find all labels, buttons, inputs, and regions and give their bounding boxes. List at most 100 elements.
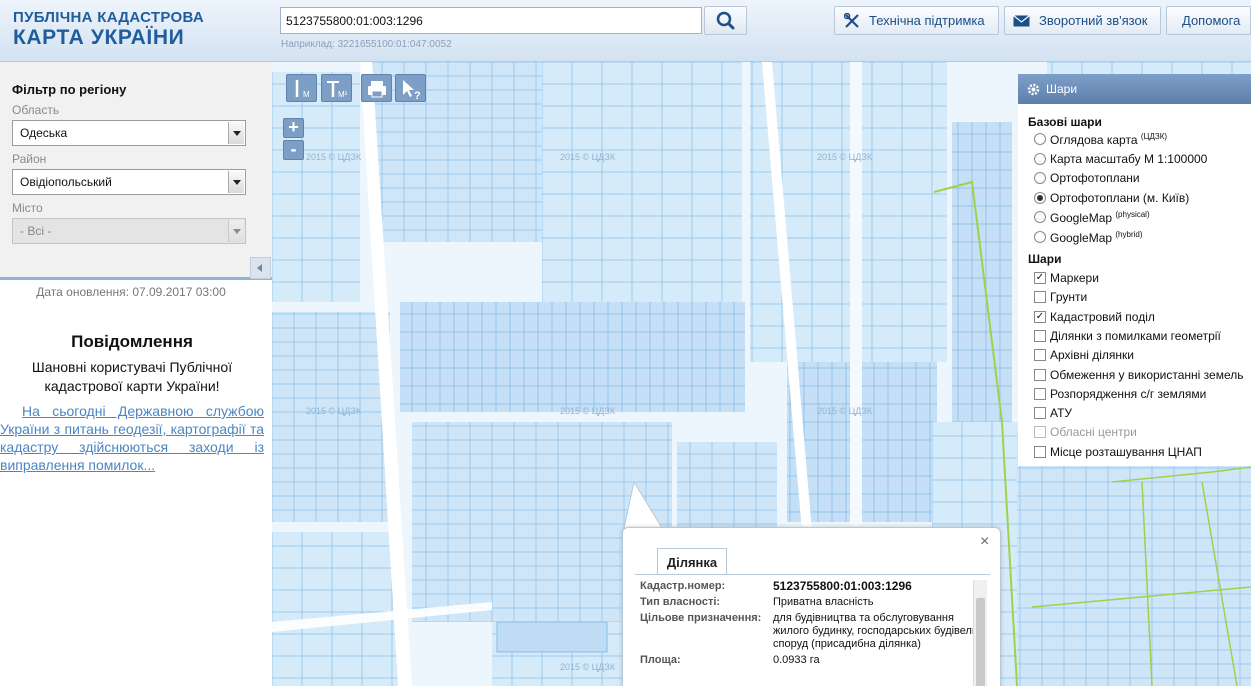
base-layers-title: Базові шари	[1028, 115, 1102, 129]
radio-button[interactable]	[1034, 191, 1046, 204]
envelope-icon	[1013, 15, 1030, 27]
overlay-layer-label: Обласні центри	[1050, 425, 1137, 440]
radio-button[interactable]	[1034, 172, 1046, 185]
scrollbar-thumb[interactable]	[976, 598, 985, 686]
feedback-label: Зворотний зв'язок	[1039, 13, 1148, 28]
cadastral-search-input[interactable]	[280, 7, 702, 34]
checkbox[interactable]	[1034, 329, 1046, 342]
update-date: Дата оновлення: 07.09.2017 03:00	[36, 285, 226, 299]
notice-body: Шановні користувачі Публічної кадастрово…	[31, 359, 233, 394]
rayon-value: Овідіопольський	[20, 175, 112, 189]
measure-area-button[interactable]: М²	[321, 74, 352, 102]
base-layer-label: Оглядова карта (ЦДЗК)	[1050, 132, 1168, 147]
collapse-panel-button[interactable]	[250, 257, 271, 279]
checkbox[interactable]: ✓	[1034, 272, 1046, 284]
tab-divider	[635, 574, 990, 575]
tools-icon	[844, 13, 859, 28]
overlay-layer-label: Розпорядження с/г землями	[1050, 386, 1207, 401]
base-layer-label: Ортофотоплани (м. Київ)	[1050, 190, 1190, 205]
print-button[interactable]	[361, 74, 392, 102]
printer-icon	[368, 81, 386, 98]
logo-line2[interactable]: КАРТА УКРАЇНИ	[13, 26, 184, 50]
checkbox[interactable]	[1034, 349, 1046, 362]
help-button[interactable]: Допомога	[1166, 6, 1251, 35]
cursor-question-icon: ?	[403, 80, 421, 102]
radio-button[interactable]	[1034, 133, 1046, 145]
city-value: - Всі -	[20, 224, 52, 238]
radio-button[interactable]	[1034, 231, 1046, 243]
overlay-layer-label: Архівні ділянки	[1050, 348, 1134, 363]
checkbox[interactable]	[1034, 387, 1046, 400]
help-label: Допомога	[1182, 13, 1241, 28]
zoom-in-button[interactable]: +	[283, 118, 304, 138]
field-value: 5123755800:01:003:1296	[773, 579, 912, 593]
region-filter: Фільтр по регіону Область Одеська Район …	[0, 62, 272, 280]
svg-text:?: ?	[414, 90, 421, 102]
watermark: 2015 © ЦДЗК	[560, 152, 616, 162]
checkbox[interactable]	[1034, 407, 1046, 420]
feedback-button[interactable]: Зворотний зв'язок	[1004, 6, 1161, 35]
support-label: Технічна підтримка	[869, 13, 985, 28]
notice-link[interactable]: На сьогодні Державною службою України з …	[0, 402, 264, 474]
layers-title: Шари	[1046, 82, 1078, 96]
search-button[interactable]	[704, 6, 747, 35]
svg-text:М: М	[303, 90, 310, 99]
checkbox[interactable]	[1034, 291, 1046, 304]
gear-icon	[1027, 83, 1040, 96]
radio-button[interactable]	[1034, 152, 1046, 165]
rayon-select[interactable]: Овідіопольський	[12, 169, 246, 195]
tab-parcel[interactable]: Ділянка	[657, 548, 727, 575]
watermark: 2015 © ЦДЗК	[306, 406, 362, 416]
base-layer-label: GoogleMap (hybrid)	[1050, 230, 1143, 245]
watermark: 2015 © ЦДЗК	[817, 152, 873, 162]
field-value: для будівництва та обслуговування жилого…	[773, 612, 984, 650]
base-layer-label: GoogleMap (physical)	[1050, 210, 1150, 226]
checkbox[interactable]	[1034, 368, 1046, 381]
chevron-down-icon	[228, 220, 244, 242]
field-key: Тип власності:	[640, 596, 721, 608]
popup-scrollbar[interactable]	[973, 580, 987, 686]
checkbox[interactable]	[1034, 445, 1046, 458]
layers-header[interactable]: Шари	[1018, 74, 1251, 104]
header: ПУБЛІЧНА КАДАСТРОВА КАРТА УКРАЇНИ Наприк…	[0, 0, 1251, 62]
left-panel: Фільтр по регіону Область Одеська Район …	[0, 62, 272, 686]
field-value: 0.0933 га	[773, 654, 820, 666]
overlay-layer-label: Маркери	[1050, 271, 1099, 285]
notice-title: Повідомлення	[71, 332, 193, 351]
overlay-layer-label: Грунти	[1050, 290, 1088, 305]
field-value: Приватна власність	[773, 596, 874, 608]
radio-button[interactable]	[1034, 211, 1046, 224]
logo-line1[interactable]: ПУБЛІЧНА КАДАСТРОВА	[13, 9, 204, 26]
area-ruler-icon: М²	[327, 81, 348, 99]
overlay-layer-label: Місце розташування ЦНАП	[1050, 444, 1202, 459]
rayon-label: Район	[12, 152, 47, 166]
checkbox[interactable]: ✓	[1034, 310, 1046, 323]
ruler-icon: М	[295, 80, 310, 99]
city-select[interactable]: - Всі -	[12, 218, 246, 244]
chevron-down-icon[interactable]	[228, 171, 244, 193]
filter-title: Фільтр по регіону	[12, 82, 127, 97]
watermark: 2015 © ЦДЗК	[817, 406, 873, 416]
overlay-layer-label: Кадастровий поділ	[1050, 309, 1155, 324]
search-hint: Наприклад: 3221655100:01:047:0052	[281, 39, 452, 50]
support-button[interactable]: Технічна підтримка	[834, 6, 999, 35]
close-icon[interactable]: ×	[980, 533, 989, 551]
base-layer-label: Ортофотоплани	[1050, 171, 1140, 186]
identify-button[interactable]: ?	[395, 74, 426, 102]
oblast-value: Одеська	[20, 126, 68, 140]
overlay-layers-title: Шари	[1028, 252, 1062, 266]
field-key: Кадастр.номер:	[640, 580, 726, 592]
oblast-label: Область	[12, 103, 60, 117]
overlay-layer-label: АТУ	[1050, 406, 1073, 421]
watermark: 2015 © ЦДЗК	[560, 406, 616, 416]
zoom-out-button[interactable]: -	[283, 140, 304, 160]
oblast-select[interactable]: Одеська	[12, 120, 246, 146]
city-label: Місто	[12, 201, 43, 215]
watermark: 2015 © ЦДЗК	[560, 662, 616, 672]
overlay-layer-label: Ділянки з помилками геометрії	[1050, 328, 1221, 343]
checkbox	[1034, 426, 1046, 439]
field-key: Площа:	[640, 654, 681, 666]
chevron-down-icon[interactable]	[228, 122, 244, 144]
measure-line-button[interactable]: М	[286, 74, 317, 102]
field-key: Цільове призначення:	[640, 612, 762, 624]
